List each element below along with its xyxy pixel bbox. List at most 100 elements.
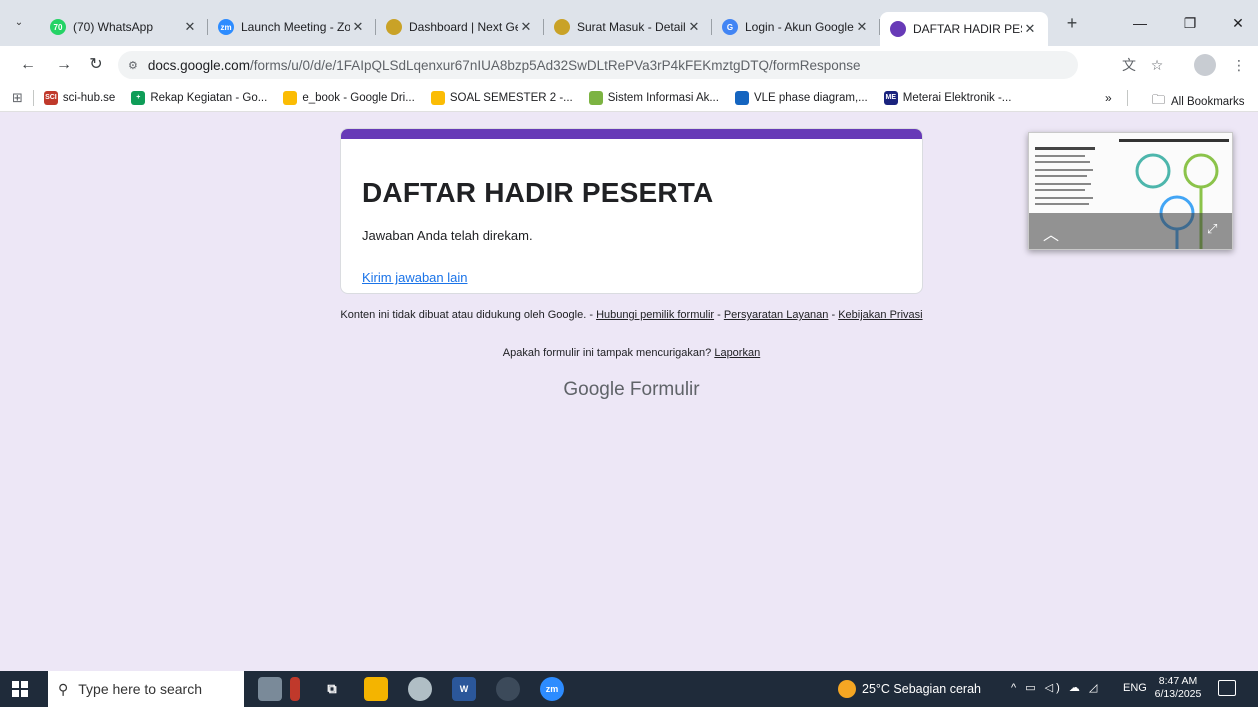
google-forms-icon [890, 21, 906, 37]
language-indicator[interactable]: ENG [1123, 682, 1147, 694]
minimize-button[interactable]: — [1125, 12, 1155, 34]
bookmark-list: SCI sci-hub.se + Rekap Kegiatan - Go... e_bo… [43, 90, 1028, 105]
search-icon: ⚲ [58, 680, 69, 697]
books-icon[interactable] [290, 677, 300, 701]
google-forms-logo[interactable]: Google Formulir [340, 379, 923, 401]
contact-owner-link[interactable]: Hubungi pemilik formulir [596, 309, 714, 321]
submit-another-response-link[interactable]: Kirim jawaban lain [362, 270, 468, 285]
tab-search-chevron-icon[interactable]: ⌄ [8, 11, 30, 33]
bookmarks-divider-2 [1127, 90, 1128, 106]
weather-text: 25°C Sebagian cerah [862, 682, 981, 696]
more-bookmarks-button[interactable]: » [1105, 91, 1112, 105]
pip-return-icon[interactable]: ︿ [1043, 221, 1059, 245]
browser-tab[interactable]: Surat Masuk - Detail ✕ [544, 12, 712, 42]
bookmark-item[interactable]: ME Meterai Elektronik -... [883, 90, 1011, 105]
taskbar-clock[interactable]: 8:47 AM 6/13/2025 [1153, 675, 1203, 701]
whatsapp-icon: 70 [50, 19, 66, 35]
tab-label: (70) WhatsApp [73, 20, 154, 34]
word-icon[interactable]: W [452, 677, 476, 701]
bookmark-favicon-icon: + [131, 90, 146, 105]
footer-separator: - [828, 309, 839, 321]
tab-label: DAFTAR HADIR PESER [913, 22, 1022, 36]
terms-of-service-link[interactable]: Persyaratan Layanan [724, 309, 829, 321]
profile-avatar[interactable] [1194, 54, 1216, 76]
notification-center-icon[interactable] [1218, 680, 1236, 696]
zoom-icon: zm [218, 19, 234, 35]
translate-icon[interactable]: 文 [1118, 55, 1140, 75]
reload-button[interactable]: ↻ [84, 54, 108, 76]
apps-grid-icon[interactable]: ⊞ [12, 90, 23, 106]
emblem-icon [554, 19, 570, 35]
pip-controls-overlay [1029, 213, 1232, 249]
system-tray-icons[interactable]: ^ ▭ ◁) ☁ ◿ [1011, 681, 1100, 694]
emblem-icon [386, 19, 402, 35]
url-path: /forms/u/0/d/e/1FAIpQLSdLqenxur67nIUA8bz… [249, 57, 861, 73]
back-button[interactable]: ← [16, 54, 40, 76]
bookmark-item[interactable]: VLE phase diagram,... [734, 90, 868, 105]
close-window-button[interactable]: ✕ [1223, 12, 1253, 34]
browser-tab[interactable]: Dashboard | Next Ger ✕ [376, 12, 544, 42]
forward-button[interactable]: → [52, 54, 76, 76]
url-text[interactable]: docs.google.com/forms/u/0/d/e/1FAIpQLSdL… [148, 58, 861, 73]
bookmark-label: SOAL SEMESTER 2 -... [449, 91, 573, 104]
url-host: docs.google.com [147, 57, 250, 73]
footer-disclaimer: Konten ini tidak dibuat atau didukung ol… [340, 310, 923, 321]
windows-start-button[interactable] [12, 681, 28, 697]
bookmark-favicon-icon [283, 90, 298, 105]
report-link[interactable]: Laporkan [714, 347, 760, 359]
disclaimer-text: Konten ini tidak dibuat atau didukung ol… [340, 309, 597, 321]
menu-kebab-icon[interactable]: ⋮ [1228, 55, 1250, 75]
taskbar-search-box[interactable]: ⚲ Type here to search [48, 671, 244, 707]
windows-taskbar: ⚲ Type here to search ⧉ W zm 25°C Sebagi… [0, 671, 1258, 707]
bookmarks-divider [32, 89, 34, 106]
restore-button[interactable]: ❐ [1175, 12, 1205, 34]
close-tab-icon[interactable]: ✕ [686, 19, 702, 35]
chrome-icon[interactable] [496, 677, 520, 701]
site-info-icon[interactable]: ⚙ [128, 59, 138, 72]
close-tab-icon[interactable]: ✕ [854, 19, 870, 35]
bookmark-item[interactable]: Sistem Informasi Ak... [588, 90, 719, 105]
close-tab-icon[interactable]: ✕ [1022, 21, 1038, 37]
picture-in-picture-window[interactable]: ︿ ⤢ [1028, 132, 1233, 250]
form-accent-bar [341, 129, 922, 139]
address-bar[interactable]: ⚙ docs.google.com/forms/u/0/d/e/1FAIpQLS… [118, 51, 1078, 79]
all-bookmarks-label: All Bookmarks [1171, 96, 1245, 108]
bookmark-item[interactable]: e_book - Google Dri... [283, 90, 415, 105]
file-explorer-icon[interactable] [364, 677, 388, 701]
bookmark-item[interactable]: SOAL SEMESTER 2 -... [430, 90, 573, 105]
form-confirmation-card: DAFTAR HADIR PESERTA Jawaban Anda telah … [340, 128, 923, 294]
clock-time: 8:47 AM [1158, 675, 1198, 687]
bookmark-item[interactable]: + Rekap Kegiatan - Go... [131, 90, 268, 105]
browser-tab[interactable]: 70 (70) WhatsApp ✕ [40, 12, 208, 42]
close-tab-icon[interactable]: ✕ [182, 19, 198, 35]
confirmation-message: Jawaban Anda telah direkam. [362, 228, 533, 243]
new-tab-button[interactable]: + [1060, 12, 1084, 36]
browser-tab[interactable]: zm Launch Meeting - Zo ✕ [208, 12, 376, 42]
zoom-icon[interactable]: zm [540, 677, 564, 701]
bookmark-star-icon[interactable]: ☆ [1146, 55, 1168, 75]
taskbar-search-placeholder: Type here to search [78, 681, 203, 697]
google-icon: G [722, 19, 738, 35]
news-widget-icon[interactable] [258, 677, 282, 701]
paint-icon[interactable] [408, 677, 432, 701]
bookmark-favicon-icon [734, 90, 749, 105]
bookmark-item[interactable]: SCI sci-hub.se [43, 90, 116, 105]
close-tab-icon[interactable]: ✕ [518, 19, 534, 35]
tab-label: Launch Meeting - Zo [241, 20, 350, 34]
suspicious-question: Apakah formulir ini tampak mencurigakan? [502, 347, 715, 359]
browser-tab[interactable]: G Login - Akun Google ✕ [712, 12, 880, 42]
close-tab-icon[interactable]: ✕ [350, 19, 366, 35]
pip-expand-icon[interactable]: ⤢ [1207, 221, 1217, 237]
footer-separator: - [714, 309, 724, 321]
weather-widget[interactable]: 25°C Sebagian cerah [838, 680, 981, 698]
privacy-policy-link[interactable]: Kebijakan Privasi [838, 309, 922, 321]
clock-date: 6/13/2025 [1154, 688, 1202, 700]
bookmark-favicon-icon [430, 90, 445, 105]
all-bookmarks-button[interactable]: 🗀 All Bookmarks [1152, 91, 1245, 113]
bookmark-label: Rekap Kegiatan - Go... [150, 91, 268, 104]
form-response-page: DAFTAR HADIR PESERTA Jawaban Anda telah … [0, 113, 1258, 671]
task-view-icon[interactable]: ⧉ [320, 677, 344, 701]
form-title: DAFTAR HADIR PESERTA [362, 177, 714, 208]
browser-tab[interactable]: DAFTAR HADIR PESER✕ [880, 12, 1048, 46]
bookmark-label: sci-hub.se [62, 91, 116, 104]
